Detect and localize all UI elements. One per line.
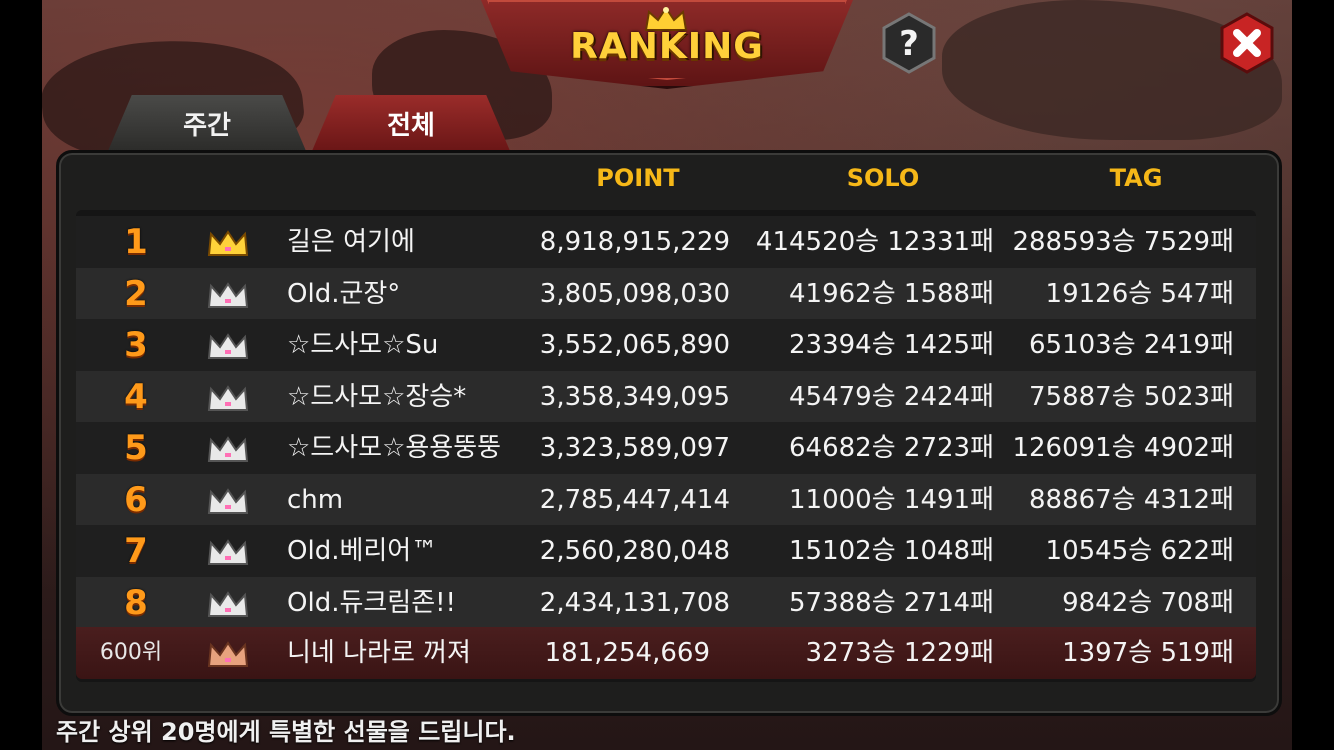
crown-icon (207, 487, 249, 514)
rank-number: 8 (124, 582, 148, 623)
player-point: 3,358,349,095 (539, 381, 730, 412)
crown-icon (207, 436, 249, 462)
player-solo: 41962승 1588패 (789, 278, 994, 309)
footer-note: 주간 상위 20명에게 특별한 선물을 드립니다. (56, 718, 516, 746)
page-title: RANKING (570, 26, 764, 67)
player-tag: 1397승 519패 (1062, 638, 1234, 668)
player-name: chm (287, 484, 344, 515)
player-name: Old.베리어™ (287, 536, 438, 566)
player-point: 3,805,098,030 (539, 278, 730, 309)
crown-icon (207, 539, 249, 565)
rank-number: 2 (124, 273, 148, 314)
player-point: 181,254,669 (544, 638, 710, 668)
player-point: 3,323,589,097 (539, 433, 730, 463)
rank-number: 5 (124, 428, 148, 468)
crown-icon (207, 384, 249, 411)
table-row[interactable]: 5 ☆드사모☆용용뚱뚱 3,323,589,097 64682승 2723패 12609… (76, 422, 1256, 474)
my-rank-row[interactable]: 600위 니네 나라로 꺼져 181,254,669 3273승 1229패 1… (76, 627, 1256, 679)
player-solo: 11000승 1491패 (789, 484, 994, 515)
player-name: ☆드사모☆용용뚱뚱 (287, 433, 502, 463)
player-name: ☆드사모☆Su (287, 330, 439, 360)
crown-icon (207, 641, 249, 667)
player-name: 길은 여기에 (287, 227, 415, 257)
rank-number: 6 (124, 479, 148, 520)
column-header-point: POINT (596, 164, 680, 192)
player-point: 2,560,280,048 (539, 536, 730, 566)
table-row[interactable]: 8 Old.듀크림존!! 2,434,131,708 57388승 2714패 9842… (76, 576, 1256, 629)
crown-icon (207, 590, 249, 617)
player-point: 8,918,915,229 (539, 227, 730, 257)
my-rank: 600위 (99, 640, 163, 665)
player-name: Old.군장° (287, 278, 401, 309)
table-row[interactable]: 1 길은 여기에 8,918,915,229 414520승 12331패 288593… (76, 216, 1256, 268)
question-icon: ? (899, 24, 919, 64)
player-name: ☆드사모☆장승* (287, 381, 467, 412)
table-row[interactable]: 6 chm 2,785,447,414 11000승 1491패 88867승 4312… (76, 473, 1256, 526)
player-point: 2,785,447,414 (539, 484, 730, 515)
player-tag: 75887승 5023패 (1029, 381, 1234, 412)
tab-all[interactable]: 전체 (312, 95, 510, 151)
rank-number: 1 (124, 222, 148, 262)
player-tag: 19126승 547패 (1045, 278, 1234, 309)
player-solo: 3273승 1229패 (805, 638, 994, 668)
crown-icon (207, 333, 249, 359)
help-button[interactable]: ? (878, 12, 940, 74)
player-point: 3,552,065,890 (539, 330, 730, 360)
player-solo: 64682승 2723패 (789, 433, 994, 463)
player-name: Old.듀크림존!! (287, 587, 456, 618)
player-point: 2,434,131,708 (539, 587, 730, 618)
player-solo: 15102승 1048패 (789, 536, 994, 566)
crown-icon (207, 230, 249, 256)
crown-icon (207, 281, 249, 308)
rank-number: 4 (124, 376, 148, 417)
rank-number: 7 (124, 531, 148, 571)
table-row[interactable]: 7 Old.베리어™ 2,560,280,048 15102승 1048패 10545승… (76, 525, 1256, 577)
player-solo: 23394승 1425패 (789, 330, 994, 360)
column-header-tag: TAG (1109, 164, 1163, 192)
column-header-solo: SOLO (846, 164, 920, 192)
player-solo: 57388승 2714패 (789, 587, 994, 618)
player-tag: 88867승 4312패 (1029, 484, 1234, 515)
player-tag: 65103승 2419패 (1029, 330, 1234, 360)
table-row[interactable]: 4 ☆드사모☆장승* 3,358,349,095 45479승 2424패 75887승… (76, 370, 1256, 423)
player-tag: 126091승 4902패 (1012, 433, 1234, 463)
close-button[interactable] (1216, 12, 1278, 74)
player-tag: 9842승 708패 (1062, 587, 1234, 618)
player-solo: 45479승 2424패 (789, 381, 994, 412)
tab-weekly[interactable]: 주간 (108, 95, 306, 151)
player-solo: 414520승 12331패 (755, 227, 994, 257)
player-tag: 288593승 7529패 (1012, 227, 1234, 257)
rank-number: 3 (124, 325, 148, 365)
table-row[interactable]: 3 ☆드사모☆Su 3,552,065,890 23394승 1425패 65103승 … (76, 319, 1256, 371)
player-tag: 10545승 622패 (1045, 536, 1234, 566)
table-row[interactable]: 2 Old.군장° 3,805,098,030 41962승 1588패 19126승 … (76, 267, 1256, 320)
